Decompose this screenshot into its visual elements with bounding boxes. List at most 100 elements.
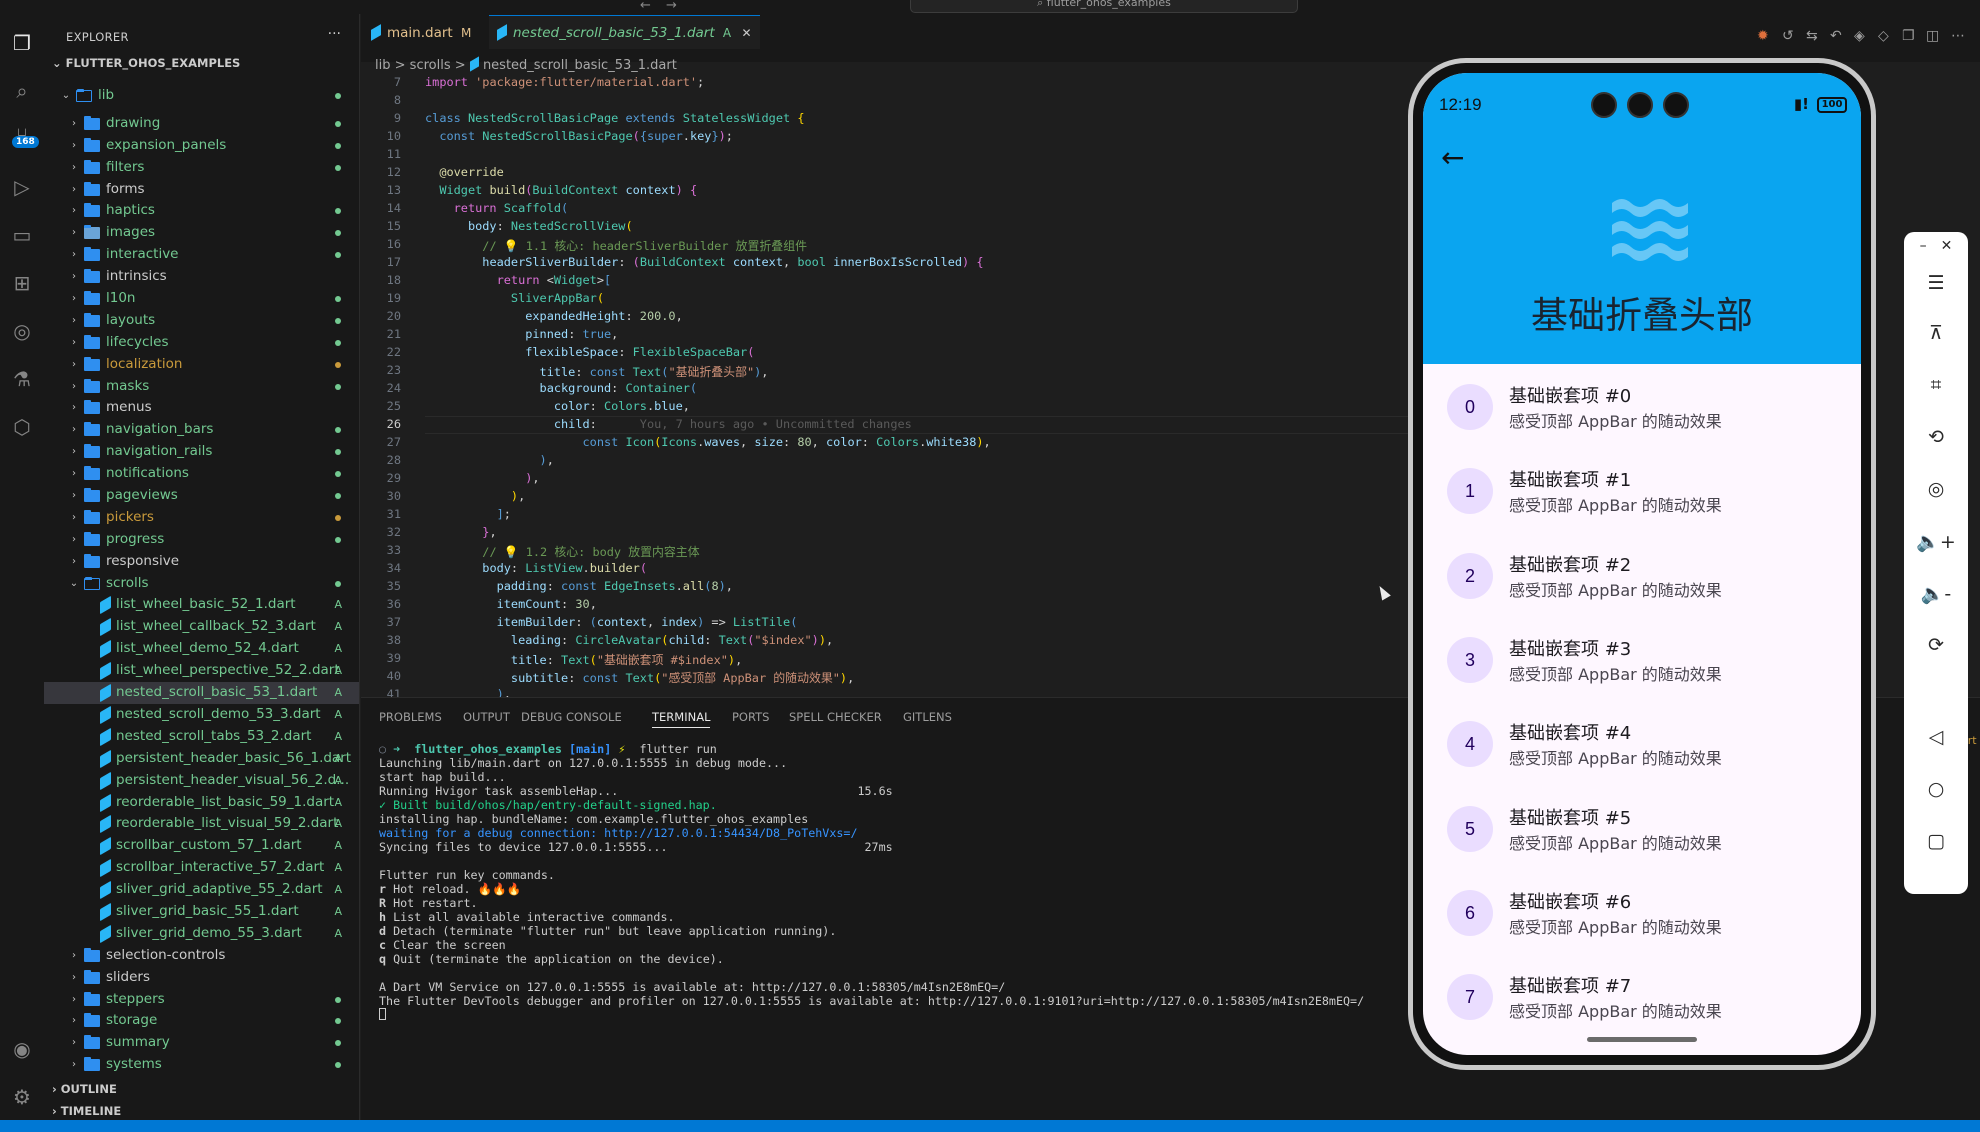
tree-file[interactable]: list_wheel_demo_52_4.dart A — [44, 638, 359, 660]
tree-folder-layouts[interactable]: › layouts — [44, 310, 359, 332]
panel-tab-output[interactable]: OUTPUT — [463, 710, 510, 724]
tree-file[interactable]: sliver_grid_basic_55_1.dart A — [44, 901, 359, 923]
tree-folder-images[interactable]: › images — [44, 222, 359, 244]
copy-icon[interactable]: ❐ — [1902, 28, 1915, 44]
tree-file[interactable]: list_wheel_basic_52_1.dart A — [44, 594, 359, 616]
tree-file[interactable]: list_wheel_perspective_52_2.dart A — [44, 660, 359, 682]
run-debug-icon[interactable]: ▷ — [9, 174, 35, 200]
explorer-icon[interactable]: ❐ — [9, 30, 35, 56]
tree-folder-intrinsics[interactable]: › intrinsics — [44, 266, 359, 288]
panel-tab-debug-console[interactable]: DEBUG CONSOLE — [521, 710, 622, 724]
tree-folder-l10n[interactable]: › l10n — [44, 288, 359, 310]
panel-tab-spell-checker[interactable]: SPELL CHECKER — [789, 710, 882, 724]
rotate-icon[interactable]: ⟲ — [1904, 426, 1968, 448]
tree-folder-progress[interactable]: › progress — [44, 529, 359, 551]
menu-icon[interactable]: ☰ — [1904, 272, 1968, 294]
location-icon[interactable]: ◎ — [1904, 478, 1968, 500]
settings-gear-icon[interactable]: ⚙ — [9, 1084, 35, 1110]
tree-file[interactable]: list_wheel_callback_52_3.dart A — [44, 616, 359, 638]
tree-folder-forms[interactable]: › forms — [44, 179, 359, 201]
code-editor[interactable]: 7 8 9 10 11 12 13 14 15 16 17 18 19 20 21 22 23 24 25 26 27 2… — [361, 75, 1409, 697]
list-tile[interactable]: 5 基础嵌套项 #5 感受顶部 AppBar 的随动效果 — [1423, 786, 1861, 870]
tab-nested-scroll-basic[interactable]: nested_scroll_basic_53_1.dart A ✕ — [489, 15, 760, 49]
nav-back-icon[interactable]: ◁ — [1904, 726, 1968, 748]
tree-folder-pickers[interactable]: › pickers — [44, 507, 359, 529]
timeline-section[interactable]: › TIMELINE — [52, 1104, 121, 1118]
testing-icon[interactable]: ⚗ — [9, 366, 35, 392]
tree-folder-localization[interactable]: › localization — [44, 354, 359, 376]
search-icon[interactable]: ⌕ — [9, 78, 35, 104]
panel-tab-problems[interactable]: PROBLEMS — [379, 710, 442, 724]
tree-file[interactable]: persistent_header_visual_56_2.d... A — [44, 770, 359, 792]
tree-folder-pageviews[interactable]: › pageviews — [44, 485, 359, 507]
gitlens-icon[interactable]: ◎ — [9, 318, 35, 344]
list-tile[interactable]: 2 基础嵌套项 #2 感受顶部 AppBar 的随动效果 — [1423, 533, 1861, 617]
containers-icon[interactable]: ⬡ — [9, 414, 35, 440]
compare-icon[interactable]: ⇆ — [1806, 28, 1818, 44]
tree-folder-steppers[interactable]: › steppers — [44, 989, 359, 1011]
panel-tab-ports[interactable]: PORTS — [732, 710, 769, 724]
tab-main-dart[interactable]: main.dart M — [371, 22, 471, 44]
commit-icon[interactable]: ◈ — [1854, 28, 1865, 44]
tree-folder-drawing[interactable]: › drawing — [44, 113, 359, 135]
tree-folder-selection-controls[interactable]: › selection-controls — [44, 945, 359, 967]
list-tile[interactable]: 7 基础嵌套项 #7 感受顶部 AppBar 的随动效果 — [1423, 954, 1861, 1038]
breadcrumb-scrolls[interactable]: scrolls — [410, 58, 451, 73]
tree-file[interactable]: reorderable_list_basic_59_1.dart A — [44, 792, 359, 814]
outline-section[interactable]: › OUTLINE — [52, 1082, 117, 1096]
back-arrow-icon[interactable]: ← — [1441, 141, 1464, 174]
run-icon[interactable]: ✹ — [1757, 28, 1769, 44]
tree-folder-storage[interactable]: › storage — [44, 1010, 359, 1032]
tree-folder-sliders[interactable]: › sliders — [44, 967, 359, 989]
tree-folder-responsive[interactable]: › responsive — [44, 551, 359, 573]
tree-file[interactable]: scrollbar_custom_57_1.dart A — [44, 835, 359, 857]
tree-folder-lifecycles[interactable]: › lifecycles — [44, 332, 359, 354]
tree-folder-masks[interactable]: › masks — [44, 376, 359, 398]
phone-screen[interactable]: 12:19 ▮! 100 ← 基础折叠头部 0 基础嵌套项 #0 感受顶部 AppB… — [1423, 73, 1861, 1055]
list-tile[interactable]: 6 基础嵌套项 #6 感受顶部 AppBar 的随动效果 — [1423, 870, 1861, 954]
history-icon[interactable]: ↺ — [1782, 28, 1794, 44]
volume-down-icon[interactable]: 🔈- — [1904, 582, 1968, 605]
tree-file[interactable]: reorderable_list_visual_59_2.dart A — [44, 813, 359, 835]
tree-folder-scrolls[interactable]: ⌄ scrolls — [44, 573, 359, 595]
list-tile[interactable]: 3 基础嵌套项 #3 感受顶部 AppBar 的随动效果 — [1423, 617, 1861, 701]
tree-file[interactable]: sliver_grid_adaptive_55_2.dart A — [44, 879, 359, 901]
remote-explorer-icon[interactable]: ▭ — [9, 222, 35, 248]
tree-file[interactable]: sliver_grid_demo_55_3.dart A — [44, 923, 359, 945]
panel-tab-gitlens[interactable]: GITLENS — [903, 710, 952, 724]
volume-up-icon[interactable]: 🔈+ — [1904, 530, 1968, 553]
account-icon[interactable]: ◉ — [9, 1036, 35, 1062]
workspace-root[interactable]: ⌄ FLUTTER_OHOS_EXAMPLES — [52, 56, 240, 70]
tree-folder-lib[interactable]: ⌄ lib — [44, 85, 359, 107]
list-tile[interactable]: 4 基础嵌套项 #4 感受顶部 AppBar 的随动效果 — [1423, 701, 1861, 785]
nav-recent-icon[interactable]: ▢ — [1904, 830, 1968, 852]
tree-folder-haptics[interactable]: › haptics — [44, 200, 359, 222]
crop-icon[interactable]: ⌗ — [1904, 374, 1968, 396]
tree-file[interactable]: scrollbar_interactive_57_2.dart A — [44, 857, 359, 879]
close-icon[interactable]: ✕ — [741, 26, 751, 40]
panel-tab-terminal[interactable]: TERMINAL — [652, 710, 711, 728]
more-icon[interactable]: ⋯ — [1951, 28, 1965, 44]
tree-folder-interactive[interactable]: › interactive — [44, 244, 359, 266]
tree-folder-notifications[interactable]: › notifications — [44, 463, 359, 485]
tree-folder-navigation_bars[interactable]: › navigation_bars — [44, 419, 359, 441]
back-nav-icon[interactable]: ← — [640, 0, 651, 13]
extensions-icon[interactable]: ⊞ — [9, 270, 35, 296]
tree-file[interactable]: nested_scroll_tabs_53_2.dart A — [44, 726, 359, 748]
command-center-search[interactable]: ⌕ flutter_ohos_examples — [910, 0, 1298, 13]
tree-file[interactable]: persistent_header_basic_56_1.dart A — [44, 748, 359, 770]
tree-folder-menus[interactable]: › menus — [44, 397, 359, 419]
nav-home-icon[interactable]: ○ — [1904, 778, 1968, 800]
split-editor-icon[interactable]: ◫ — [1926, 28, 1939, 44]
breadcrumb-lib[interactable]: lib — [375, 58, 390, 73]
revert-icon[interactable]: ↶ — [1830, 28, 1842, 44]
pin-icon[interactable]: ⊼ — [1904, 322, 1968, 344]
tree-folder-systems[interactable]: › systems — [44, 1054, 359, 1076]
tree-file[interactable]: nested_scroll_demo_53_3.dart A — [44, 704, 359, 726]
terminal-output[interactable]: ○ ➜ flutter_ohos_examples [main] ⚡ flutt… — [379, 742, 1364, 1023]
open-changes-icon[interactable]: ◇ — [1878, 28, 1889, 44]
tree-folder-filters[interactable]: › filters — [44, 157, 359, 179]
more-actions-icon[interactable]: ··· — [328, 26, 341, 42]
minimize-icon[interactable]: – ✕ — [1904, 238, 1968, 254]
breadcrumb-file[interactable]: nested_scroll_basic_53_1.dart — [483, 58, 677, 73]
